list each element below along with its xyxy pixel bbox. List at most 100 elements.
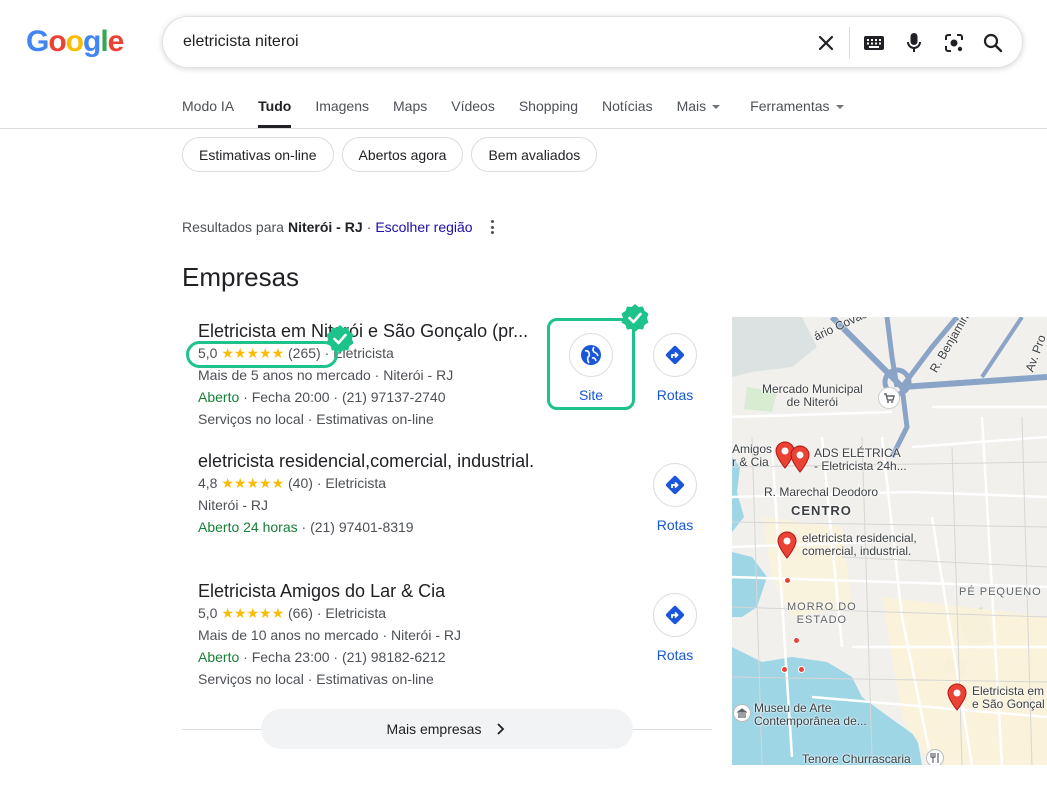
tab-label: Mais xyxy=(676,98,707,114)
tab-tudo[interactable]: Tudo xyxy=(258,98,292,128)
business-info: Niterói - RJ xyxy=(198,497,269,513)
filter-chips: Estimativas on-line Abertos agora Bem av… xyxy=(182,137,598,172)
business-listing[interactable]: Eletricista Amigos do Lar & Cia 5,0 ★★★★… xyxy=(198,580,558,690)
business-hours-line: Aberto · Fecha 23:00 · (21) 98182-6212 xyxy=(198,646,558,668)
business-info: Mais de 10 anos no mercado · Niterói - R… xyxy=(198,627,461,643)
results-map[interactable]: ário Covas R. Benjamin Av. Pro Mercado M… xyxy=(732,317,1047,765)
tab-label: Shopping xyxy=(518,98,579,114)
map-dot[interactable] xyxy=(784,577,791,584)
region-separator: · xyxy=(366,219,372,235)
search-box[interactable]: eletricista niteroi xyxy=(162,16,1023,68)
directions-label: Rotas xyxy=(656,387,694,403)
google-logo[interactable]: Google xyxy=(26,25,125,59)
tab-label: Ferramentas xyxy=(750,98,830,114)
business-rating-line: 5,0 ★★★★★ (66) · Eletricista xyxy=(198,602,558,624)
search-input[interactable]: eletricista niteroi xyxy=(183,33,299,51)
caret-down-icon xyxy=(712,105,721,110)
region-prefix: Resultados para xyxy=(182,219,284,235)
business-listing[interactable]: Eletricista em Niterói e São Gonçalo (pr… xyxy=(198,320,558,430)
museum-icon[interactable] xyxy=(733,704,751,722)
directions-icon xyxy=(653,333,697,377)
more-businesses-button[interactable]: Mais empresas xyxy=(261,709,633,749)
tab-shopping[interactable]: Shopping xyxy=(519,98,578,128)
map-dot[interactable] xyxy=(781,666,788,673)
map-label-residencial[interactable]: eletricista residencial, comercial, indu… xyxy=(802,532,917,558)
verified-check-icon xyxy=(621,304,649,332)
tab-videos[interactable]: Vídeos xyxy=(451,98,495,128)
map-pin-icon[interactable] xyxy=(776,531,798,559)
search-icon[interactable] xyxy=(981,31,1005,55)
map-label-mercado: Mercado Municipal de Niterói xyxy=(762,382,863,409)
tab-imagens[interactable]: Imagens xyxy=(315,98,369,128)
tab-modo-ia[interactable]: Modo IA xyxy=(182,98,234,128)
star-rating-icon: ★★★★★ xyxy=(221,605,285,621)
logo-letter-g: G xyxy=(26,25,49,58)
review-count: (66) xyxy=(288,605,313,621)
map-label-museu[interactable]: Museu de Arte Contemporânea de... xyxy=(754,702,867,728)
map-label-morro: MORRO DO ESTADO xyxy=(787,601,857,626)
business-services: Serviços no local · Estimativas on-line xyxy=(198,671,434,687)
chip-bem-avaliados[interactable]: Bem avaliados xyxy=(471,137,598,172)
business-category: · Eletricista xyxy=(316,475,387,491)
business-services: Serviços no local · Estimativas on-line xyxy=(198,411,434,427)
tab-label: Modo IA xyxy=(182,98,235,114)
map-pin-icon[interactable] xyxy=(789,445,811,473)
business-listing[interactable]: eletricista residencial,comercial, indus… xyxy=(198,450,558,538)
microphone-icon[interactable] xyxy=(902,31,926,55)
map-label-amigos[interactable]: Amigos r & Cia xyxy=(732,443,772,469)
directions-button[interactable]: Rotas xyxy=(645,463,705,533)
tab-mais[interactable]: Mais xyxy=(677,98,721,128)
logo-letter-e: e xyxy=(107,25,125,58)
tab-label: Notícias xyxy=(602,98,653,114)
tab-ferramentas[interactable]: Ferramentas xyxy=(750,98,844,128)
directions-icon xyxy=(653,593,697,637)
chip-abertos-agora[interactable]: Abertos agora xyxy=(341,137,464,172)
shopping-cart-icon[interactable] xyxy=(878,387,900,409)
logo-letter-l: l xyxy=(100,25,108,58)
map-pin-icon[interactable] xyxy=(946,683,968,711)
directions-button[interactable]: Rotas xyxy=(645,333,705,403)
hours-phone: · Fecha 20:00 · (21) 97137-2740 xyxy=(239,389,446,405)
business-hours-line: Aberto · Fecha 20:00 · (21) 97137-2740 xyxy=(198,386,558,408)
business-name[interactable]: Eletricista em Niterói e São Gonçalo (pr… xyxy=(198,320,538,342)
tab-label: Maps xyxy=(393,98,428,114)
directions-button[interactable]: Rotas xyxy=(645,593,705,663)
map-label-pe-pequeno: PÉ PEQUENO xyxy=(959,586,1042,598)
tab-maps[interactable]: Maps xyxy=(393,98,427,128)
tab-label: Vídeos xyxy=(451,98,495,114)
restaurant-icon[interactable] xyxy=(926,749,944,765)
chip-estimativas[interactable]: Estimativas on-line xyxy=(182,137,334,172)
map-dot[interactable] xyxy=(793,637,800,644)
search-divider xyxy=(849,27,850,59)
business-name[interactable]: eletricista residencial,comercial, indus… xyxy=(198,450,558,472)
map-label-tenore[interactable]: Tenore Churrascaria xyxy=(802,753,911,766)
verified-check-icon xyxy=(326,325,354,353)
directions-icon xyxy=(653,463,697,507)
business-rating-line: 4,8 ★★★★★ (40) · Eletricista xyxy=(198,472,558,494)
more-businesses-label: Mais empresas xyxy=(386,721,482,737)
rating-highlight xyxy=(186,341,338,368)
hours-phone: · Fecha 23:00 · (21) 98182-6212 xyxy=(239,649,446,665)
region-place: Niterói - RJ xyxy=(287,219,363,235)
map-dot[interactable] xyxy=(798,666,805,673)
caret-down-icon xyxy=(835,105,844,110)
more-options-icon[interactable] xyxy=(490,220,495,234)
keyboard-icon[interactable] xyxy=(862,31,886,55)
open-status: Aberto xyxy=(198,649,240,665)
review-count: (40) xyxy=(288,475,313,491)
logo-letter-o2: o xyxy=(65,25,84,58)
business-name[interactable]: Eletricista Amigos do Lar & Cia xyxy=(198,580,538,602)
choose-region-link[interactable]: Escolher região xyxy=(375,219,472,235)
search-tabs: Modo IA Tudo Imagens Maps Vídeos Shoppin… xyxy=(182,98,868,128)
clear-icon[interactable] xyxy=(814,31,838,55)
tab-label: Imagens xyxy=(315,98,370,114)
map-label-marechal: R. Marechal Deodoro xyxy=(764,485,879,499)
tabs-divider xyxy=(0,128,1047,129)
rating-value: 4,8 xyxy=(198,475,218,491)
lens-icon[interactable] xyxy=(942,31,966,55)
tab-noticias[interactable]: Notícias xyxy=(602,98,653,128)
map-label-eletricista[interactable]: Eletricista em e São Gonçal xyxy=(972,685,1045,711)
map-label-ads[interactable]: ADS ELÉTRICA - Eletricista 24h... xyxy=(814,447,907,473)
star-rating-icon: ★★★★★ xyxy=(221,475,285,491)
open-status: Aberto 24 horas xyxy=(198,519,298,535)
